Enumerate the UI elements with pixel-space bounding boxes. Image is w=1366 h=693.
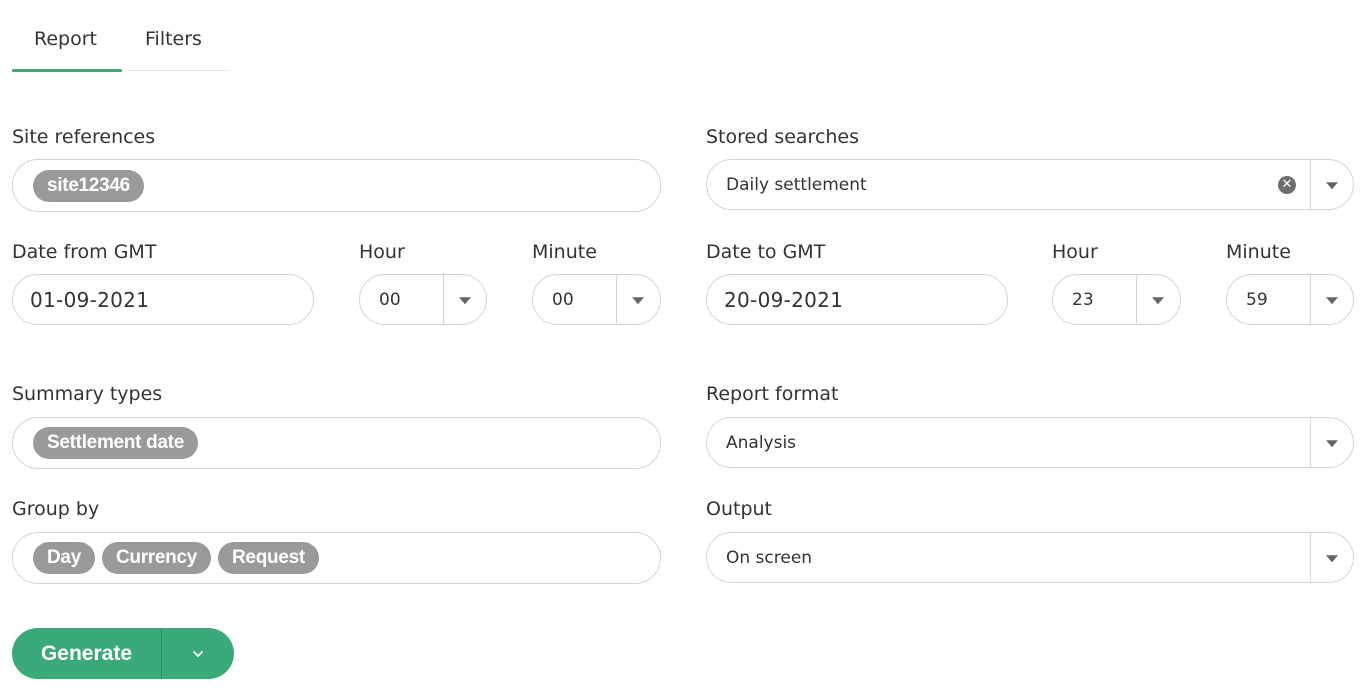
site-references-label: Site references bbox=[12, 126, 156, 148]
minute-to-select[interactable]: 59 bbox=[1226, 274, 1354, 325]
select-divider bbox=[443, 275, 444, 324]
generate-button[interactable]: Generate bbox=[12, 628, 161, 679]
site-references-input[interactable]: site12346 bbox=[12, 159, 661, 212]
chevron-down-icon[interactable] bbox=[1152, 296, 1164, 304]
group-by-chip[interactable]: Day bbox=[33, 542, 95, 574]
chevron-down-icon[interactable] bbox=[632, 296, 644, 304]
summary-types-input[interactable]: Settlement date bbox=[12, 417, 661, 469]
hour-to-select[interactable]: 23 bbox=[1052, 274, 1181, 325]
output-select[interactable]: On screen bbox=[706, 532, 1354, 583]
select-divider bbox=[1310, 533, 1311, 582]
minute-from-label: Minute bbox=[532, 241, 597, 263]
select-divider bbox=[1310, 160, 1311, 209]
date-to-input[interactable]: 20-09-2021 bbox=[706, 274, 1008, 325]
clear-circle-icon[interactable]: ✕ bbox=[1278, 175, 1296, 194]
stored-searches-select[interactable]: Daily settlement ✕ bbox=[706, 159, 1354, 210]
select-divider bbox=[1310, 275, 1311, 324]
select-divider bbox=[1310, 418, 1311, 467]
hour-from-value: 00 bbox=[379, 289, 401, 310]
output-value: On screen bbox=[726, 547, 813, 568]
date-to-value: 20-09-2021 bbox=[724, 287, 844, 312]
date-from-input[interactable]: 01-09-2021 bbox=[12, 274, 314, 325]
hour-to-label: Hour bbox=[1052, 241, 1098, 263]
select-divider bbox=[1136, 275, 1137, 324]
chevron-down-icon[interactable] bbox=[1326, 554, 1338, 562]
summary-types-label: Summary types bbox=[12, 383, 163, 405]
active-tab-indicator bbox=[12, 69, 122, 72]
report-format-label: Report format bbox=[706, 383, 839, 405]
stored-searches-value: Daily settlement bbox=[726, 174, 867, 195]
chevron-down-icon[interactable] bbox=[459, 296, 471, 304]
date-from-value: 01-09-2021 bbox=[30, 287, 150, 312]
group-by-chip[interactable]: Currency bbox=[101, 542, 211, 574]
hour-from-select[interactable]: 00 bbox=[359, 274, 487, 325]
minute-to-value: 59 bbox=[1246, 289, 1268, 310]
group-by-input[interactable]: Day Currency Request bbox=[12, 532, 661, 584]
minute-to-label: Minute bbox=[1226, 241, 1291, 263]
summary-type-chip[interactable]: Settlement date bbox=[33, 427, 198, 459]
output-label: Output bbox=[706, 498, 772, 520]
chevron-down-icon[interactable] bbox=[1326, 296, 1338, 304]
minute-from-value: 00 bbox=[552, 289, 574, 310]
report-format-select[interactable]: Analysis bbox=[706, 417, 1354, 468]
date-to-label: Date to GMT bbox=[706, 241, 826, 263]
generate-options-button[interactable] bbox=[162, 628, 234, 679]
tab-filters[interactable]: Filters bbox=[145, 24, 202, 70]
site-reference-chip[interactable]: site12346 bbox=[33, 169, 144, 202]
report-format-value: Analysis bbox=[726, 432, 797, 453]
chevron-down-icon bbox=[193, 650, 203, 657]
generate-split-button: Generate bbox=[12, 628, 234, 679]
group-by-label: Group by bbox=[12, 498, 100, 520]
group-by-chip[interactable]: Request bbox=[218, 542, 319, 574]
hour-to-value: 23 bbox=[1072, 289, 1094, 310]
minute-from-select[interactable]: 00 bbox=[532, 274, 661, 325]
chevron-down-icon[interactable] bbox=[1326, 181, 1338, 189]
hour-from-label: Hour bbox=[359, 241, 405, 263]
date-from-label: Date from GMT bbox=[12, 241, 157, 263]
chevron-down-icon[interactable] bbox=[1326, 439, 1338, 447]
tab-report[interactable]: Report bbox=[34, 24, 97, 70]
stored-searches-label: Stored searches bbox=[706, 126, 860, 148]
select-divider bbox=[616, 275, 617, 324]
